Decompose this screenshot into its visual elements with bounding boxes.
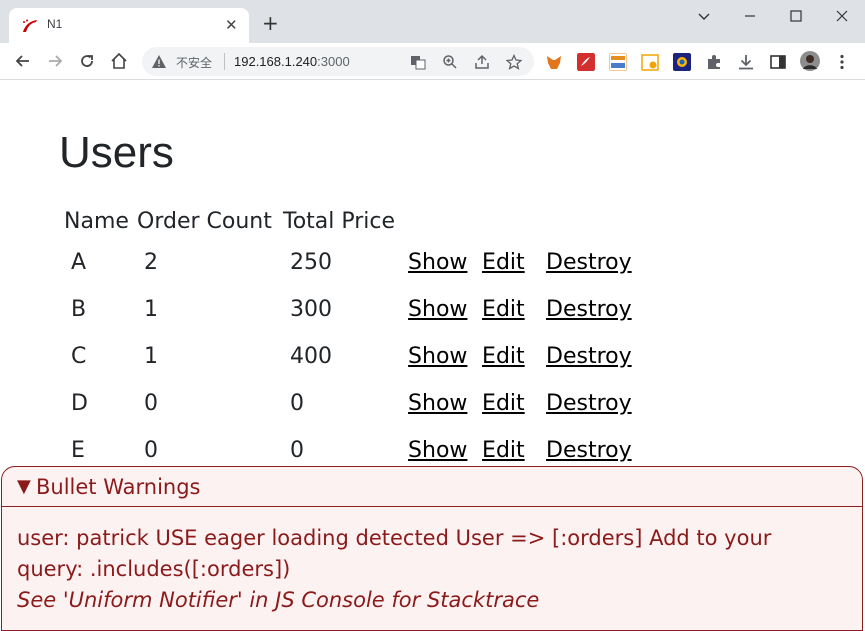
edit-link[interactable]: Edit [482,297,525,322]
page-content: Users Name Order Count Total Price A 2 2… [0,81,865,631]
zoom-icon[interactable] [442,54,458,70]
user-name: A [71,250,87,275]
extensions-puzzle-icon[interactable] [705,53,723,71]
profile-avatar-icon[interactable] [800,51,820,71]
bullet-warnings-title: Bullet Warnings [36,475,201,499]
total-price: 400 [290,344,332,369]
column-header-name: Name [64,208,129,234]
browser-toolbar: 不安全 192.168.1.240:3000 [0,43,865,80]
destroy-link[interactable]: Destroy [546,438,632,463]
column-header-total-price: Total Price [283,208,396,234]
bullet-warnings-toggle[interactable]: ▼ Bullet Warnings [2,467,862,507]
not-secure-label[interactable]: 不安全 [176,54,212,71]
destroy-link[interactable]: Destroy [546,344,632,369]
table-row: A 2 250 Show Edit Destroy [61,239,642,286]
total-price: 0 [290,391,304,416]
stacktrace-hint: See 'Uniform Notifier' in JS Console for… [17,588,540,612]
table-row: D 0 0 Show Edit Destroy [61,380,642,427]
order-count: 0 [144,391,158,416]
collapse-triangle-icon[interactable]: ▼ [17,476,31,497]
browser-titlebar: N1 ✕ + [0,0,865,43]
order-count: 1 [144,297,158,322]
pdf-extension-icon[interactable] [577,53,595,71]
browser-tab[interactable]: N1 ✕ [9,8,249,43]
table-row: B 1 300 Show Edit Destroy [61,286,642,333]
url-host: 192.168.1.240 [234,54,318,69]
edit-link[interactable]: Edit [482,344,525,369]
show-link[interactable]: Show [408,297,467,322]
page-title: Users [59,128,174,177]
user-name: C [71,344,87,369]
show-link[interactable]: Show [408,438,467,463]
show-link[interactable]: Show [408,250,467,275]
rails-favicon-icon [23,19,37,32]
user-name: D [71,391,88,416]
edit-link[interactable]: Edit [482,438,525,463]
users-table: Name Order Count Total Price A 2 250 Sho… [61,203,642,474]
destroy-link[interactable]: Destroy [546,297,632,322]
home-icon[interactable] [109,51,129,71]
url-text[interactable]: 192.168.1.240:3000 [234,54,350,69]
metamask-extension-icon[interactable] [545,53,563,71]
order-count: 2 [144,250,158,275]
column-header-order-count: Order Count [137,208,272,234]
bullet-warnings-panel: ▼ Bullet Warnings user: patrick USE eage… [1,466,863,631]
table-header-row: Name Order Count Total Price [61,203,642,239]
total-price: 250 [290,250,332,275]
share-icon[interactable] [474,54,490,70]
translate-icon[interactable] [410,54,426,70]
user-name: B [71,297,87,322]
reload-icon[interactable] [77,51,97,71]
close-window-icon[interactable] [832,6,852,26]
url-divider [224,53,225,70]
total-price: 300 [290,297,332,322]
download-icon[interactable] [737,53,755,71]
colorful-extension-icon[interactable] [673,53,691,71]
maximize-icon[interactable] [786,6,806,26]
minimize-icon[interactable] [740,6,760,26]
tab-close-icon[interactable]: ✕ [225,16,238,34]
edit-link[interactable]: Edit [482,391,525,416]
column-header-actions [398,203,642,239]
address-bar[interactable]: 不安全 192.168.1.240:3000 [142,47,534,76]
smart-extension-icon[interactable] [609,53,627,71]
show-link[interactable]: Show [408,391,467,416]
edit-link[interactable]: Edit [482,250,525,275]
show-link[interactable]: Show [408,344,467,369]
tab-title: N1 [47,17,63,31]
destroy-link[interactable]: Destroy [546,391,632,416]
new-tab-button[interactable]: + [262,13,279,33]
bookmark-star-icon[interactable] [506,54,522,70]
order-count: 1 [144,344,158,369]
forward-arrow-icon[interactable] [45,51,65,71]
back-arrow-icon[interactable] [13,51,33,71]
calendar-extension-icon[interactable] [641,53,659,71]
tab-search-chevron-icon[interactable] [694,6,714,26]
warning-triangle-icon[interactable] [151,54,167,70]
side-panel-icon[interactable] [769,53,787,71]
bullet-warning-message: user: patrick USE eager loading detected… [17,523,817,616]
url-port: :3000 [317,54,350,69]
table-row: C 1 400 Show Edit Destroy [61,333,642,380]
destroy-link[interactable]: Destroy [546,250,632,275]
warning-text: user: patrick USE eager loading detected… [17,526,772,581]
more-menu-icon[interactable] [833,53,851,71]
